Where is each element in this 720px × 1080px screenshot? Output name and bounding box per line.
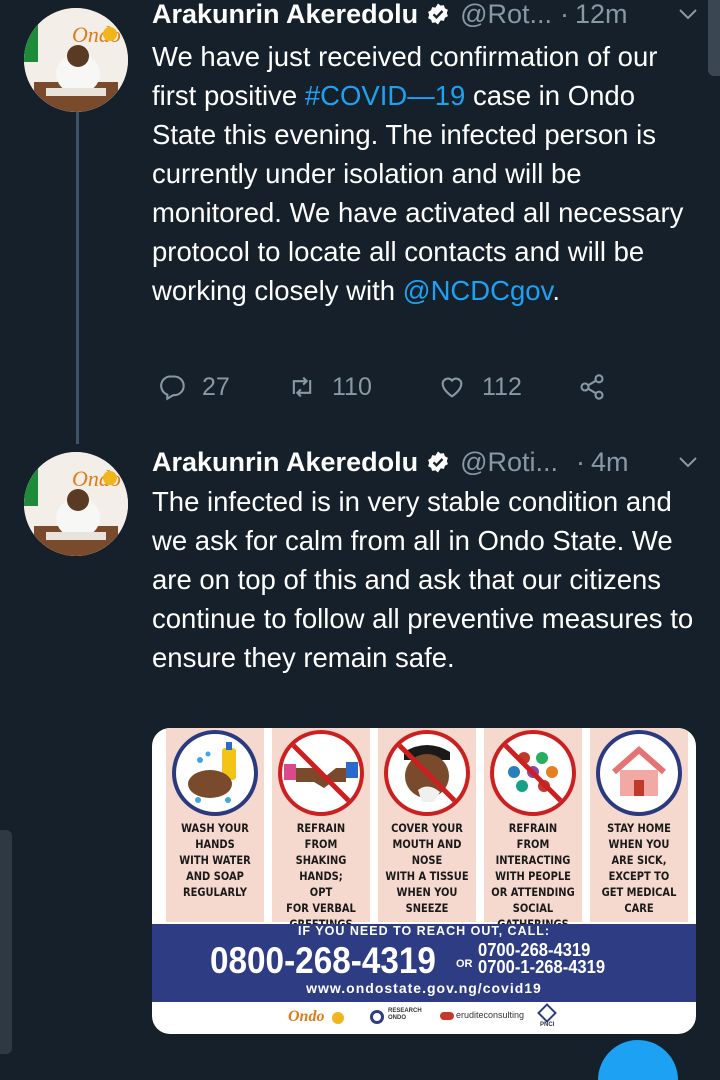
erudite-consulting-logo: eruditeconsulting bbox=[456, 1010, 525, 1020]
share-button[interactable] bbox=[578, 366, 622, 408]
tweet-actions: 27 110 112 bbox=[152, 366, 622, 408]
separator-dot: · bbox=[576, 446, 585, 477]
tweet-text: We have just received confirmation of ou… bbox=[152, 37, 700, 310]
precaution-card: REFRAIN FROM SHAKING HANDS; OPT FOR VERB… bbox=[272, 728, 370, 931]
reply-count: 27 bbox=[202, 372, 230, 401]
stay-home-icon bbox=[596, 730, 682, 816]
share-icon bbox=[580, 374, 604, 400]
precaution-card: COVER YOUR MOUTH AND NOSE WITH A TISSUE … bbox=[378, 728, 476, 922]
avatar[interactable]: Ondo bbox=[24, 452, 128, 556]
tweet-header: Arakunrin Akeredolu @Rot... · 12m bbox=[152, 0, 700, 32]
pnci-logo-icon bbox=[537, 1003, 557, 1023]
thread-connector-line bbox=[76, 112, 79, 444]
timestamp[interactable]: 4m bbox=[591, 447, 629, 478]
display-name[interactable]: Arakunrin Akeredolu bbox=[152, 0, 418, 30]
precaution-card: REFRAIN FROM INTERACTING WITH PEOPLE OR … bbox=[484, 728, 582, 931]
precaution-caption: COVER YOUR MOUTH AND NOSE WITH A TISSUE … bbox=[385, 821, 469, 915]
reply-icon bbox=[160, 375, 185, 401]
website-url: www.ondostate.gov.ng/covid19 bbox=[306, 980, 542, 996]
user-handle[interactable]: @Roti... bbox=[460, 447, 558, 478]
precaution-caption: WASH YOUR HANDS WITH WATER AND SOAP REGU… bbox=[179, 821, 251, 899]
precaution-cards: WASH YOUR HANDS WITH WATER AND SOAP REGU… bbox=[166, 728, 688, 931]
alt-hotline-number-2: 0700-1-268-4319 bbox=[478, 957, 606, 977]
retweet-icon bbox=[292, 376, 312, 398]
display-name[interactable]: Arakunrin Akeredolu bbox=[152, 447, 418, 478]
no-handshake-icon bbox=[278, 730, 364, 816]
handwash-icon bbox=[172, 730, 258, 816]
precaution-card: STAY HOME WHEN YOU ARE SICK, EXCEPT TO G… bbox=[590, 728, 688, 922]
verified-badge-icon bbox=[428, 3, 448, 25]
like-icon bbox=[441, 377, 463, 398]
tweet-text-segment: case in Ondo State this evening. The inf… bbox=[152, 80, 684, 306]
cover-sneeze-icon bbox=[384, 730, 470, 816]
precaution-caption: STAY HOME WHEN YOU ARE SICK, EXCEPT TO G… bbox=[601, 821, 677, 915]
precaution-caption: REFRAIN FROM INTERACTING WITH PEOPLE OR … bbox=[491, 821, 575, 931]
precaution-caption: REFRAIN FROM SHAKING HANDS; OPT FOR VERB… bbox=[286, 821, 356, 931]
tweet-text: The infected is in very stable condition… bbox=[152, 486, 694, 673]
precaution-card: WASH YOUR HANDS WITH WATER AND SOAP REGU… bbox=[166, 728, 264, 922]
research-logo-icon bbox=[370, 1010, 384, 1024]
chevron-down-icon[interactable] bbox=[676, 2, 700, 26]
avatar[interactable]: Ondo bbox=[24, 8, 128, 112]
retweet-count: 110 bbox=[332, 372, 372, 401]
or-label: OR bbox=[456, 958, 473, 970]
reply-button[interactable]: 27 bbox=[158, 366, 230, 408]
hashtag-link[interactable]: #COVID—19 bbox=[305, 80, 465, 111]
scroll-indicator bbox=[708, 0, 720, 76]
tweet-text-segment: . bbox=[552, 275, 560, 306]
ondo-logo-sun-icon bbox=[332, 1012, 344, 1024]
main-hotline-number: 0800-268-4319 bbox=[210, 940, 436, 981]
like-count: 112 bbox=[482, 372, 522, 401]
mention-link[interactable]: @NCDCgov bbox=[403, 275, 553, 306]
user-handle[interactable]: @Rot... bbox=[460, 0, 552, 30]
research-ondo-logo: RESEARCH ONDO bbox=[388, 1008, 422, 1021]
ondo-logo: Ondo bbox=[288, 1008, 325, 1025]
timestamp[interactable]: 12m bbox=[575, 0, 628, 30]
sponsor-logos: Ondo RESEARCH ONDO eruditeconsulting PNC… bbox=[152, 1002, 696, 1034]
tweet-header: Arakunrin Akeredolu @Roti... · 4m bbox=[152, 444, 700, 480]
retweet-button[interactable]: 110 bbox=[288, 366, 372, 408]
tweet-media-image[interactable]: WASH YOUR HANDS WITH WATER AND SOAP REGU… bbox=[152, 728, 696, 1034]
separator-dot: · bbox=[560, 0, 569, 29]
pnci-logo: PNCI bbox=[540, 1022, 555, 1028]
side-edge-indicator bbox=[0, 830, 12, 1054]
contact-banner: IF YOU NEED TO REACH OUT, CALL: 0800-268… bbox=[152, 924, 696, 1002]
verified-badge-icon bbox=[428, 451, 448, 473]
chevron-down-icon[interactable] bbox=[676, 450, 700, 474]
reach-out-heading: IF YOU NEED TO REACH OUT, CALL: bbox=[297, 924, 551, 938]
no-gathering-icon bbox=[490, 730, 576, 816]
compose-button[interactable] bbox=[598, 1040, 678, 1080]
erudit-logo-icon bbox=[440, 1012, 454, 1020]
like-button[interactable]: 112 bbox=[438, 366, 522, 408]
